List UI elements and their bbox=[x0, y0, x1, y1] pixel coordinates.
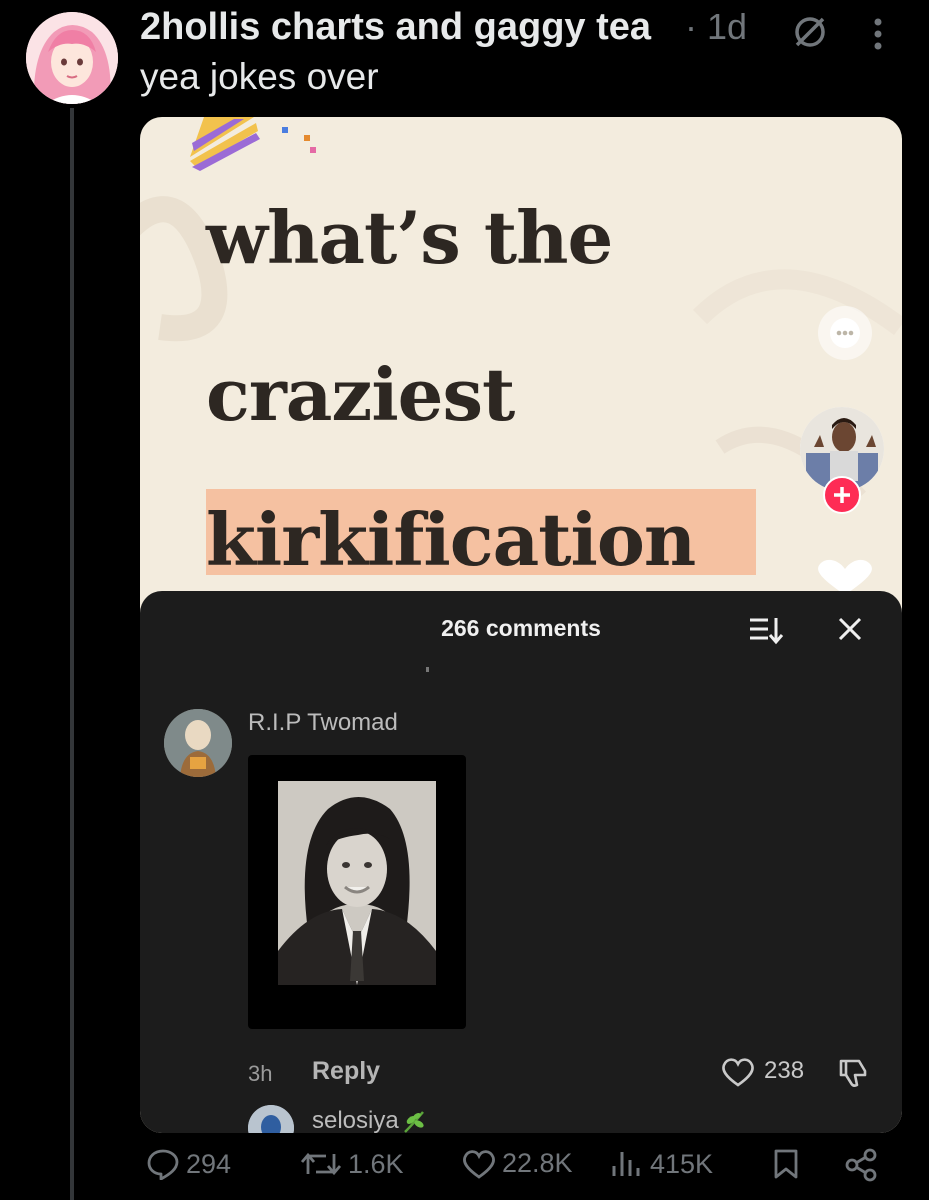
portrait-photo bbox=[278, 781, 436, 985]
next-username-text: selosiya bbox=[312, 1107, 399, 1133]
follow-plus-icon[interactable] bbox=[823, 476, 861, 514]
next-commenter-avatar[interactable] bbox=[248, 1105, 294, 1133]
comment-reply-button[interactable]: Reply bbox=[312, 1057, 380, 1086]
views-count: 415K bbox=[650, 1148, 714, 1179]
post-actions: 294 1.6K 22.8K 415K bbox=[140, 1148, 900, 1192]
commenter-username[interactable]: R.I.P Twomad bbox=[248, 709, 398, 737]
post-media[interactable]: what’s the craziest kirkification 266 co… bbox=[140, 117, 902, 1133]
post-header: 2hollis charts and gaggy tea · 1d bbox=[140, 4, 920, 52]
comment-bubble-icon[interactable] bbox=[818, 306, 872, 360]
post-time[interactable]: · 1d bbox=[685, 6, 747, 48]
thread-line bbox=[70, 108, 74, 1200]
slide-line-2: craziest bbox=[206, 352, 515, 437]
reply-icon bbox=[147, 1149, 179, 1180]
repost-icon bbox=[300, 1152, 342, 1176]
like-icon bbox=[463, 1149, 495, 1179]
views-action[interactable]: 415K bbox=[610, 1148, 713, 1180]
no-reply-icon bbox=[792, 14, 828, 55]
comments-panel[interactable]: 266 comments R.I.P Twomad 3h Reply 238 s… bbox=[140, 591, 902, 1133]
comment-like-count: 238 bbox=[764, 1057, 805, 1084]
bookmark-icon bbox=[774, 1149, 798, 1179]
next-commenter-username[interactable]: selosiya bbox=[312, 1107, 427, 1133]
comment-image[interactable] bbox=[248, 755, 466, 1029]
comment-like-icon[interactable] bbox=[721, 1057, 755, 1087]
comments-count-title: 266 comments bbox=[441, 615, 601, 641]
repost-count: 1.6K bbox=[348, 1148, 404, 1179]
like-action[interactable]: 22.8K bbox=[462, 1148, 573, 1179]
reply-action[interactable]: 294 bbox=[146, 1148, 231, 1180]
share-action[interactable] bbox=[844, 1148, 878, 1182]
meta-separator: · bbox=[685, 6, 697, 47]
heart-icon[interactable] bbox=[814, 559, 876, 595]
party-popper-icon bbox=[190, 117, 316, 171]
commenter-avatar[interactable] bbox=[164, 709, 232, 777]
bookmark-action[interactable] bbox=[772, 1148, 800, 1180]
more-icon[interactable] bbox=[873, 18, 883, 55]
comment-time: 3h bbox=[248, 1061, 273, 1086]
reply-count: 294 bbox=[186, 1148, 232, 1179]
dislike-icon[interactable] bbox=[837, 1057, 871, 1089]
author-avatar[interactable] bbox=[26, 12, 118, 104]
herb-emoji-icon bbox=[403, 1110, 424, 1133]
like-count: 22.8K bbox=[502, 1148, 573, 1178]
repost-action[interactable]: 1.6K bbox=[300, 1148, 404, 1180]
sort-icon[interactable] bbox=[748, 615, 784, 645]
post-text: yea jokes over bbox=[140, 56, 379, 97]
loading-dot bbox=[426, 667, 429, 672]
slide-line-1: what’s the bbox=[206, 195, 613, 280]
author-name[interactable]: 2hollis charts and gaggy tea bbox=[140, 6, 651, 49]
close-icon[interactable] bbox=[837, 616, 863, 642]
slide-line-3: kirkification bbox=[206, 497, 696, 582]
views-icon bbox=[612, 1152, 640, 1176]
share-icon bbox=[845, 1148, 877, 1182]
time-value: 1d bbox=[707, 6, 748, 47]
